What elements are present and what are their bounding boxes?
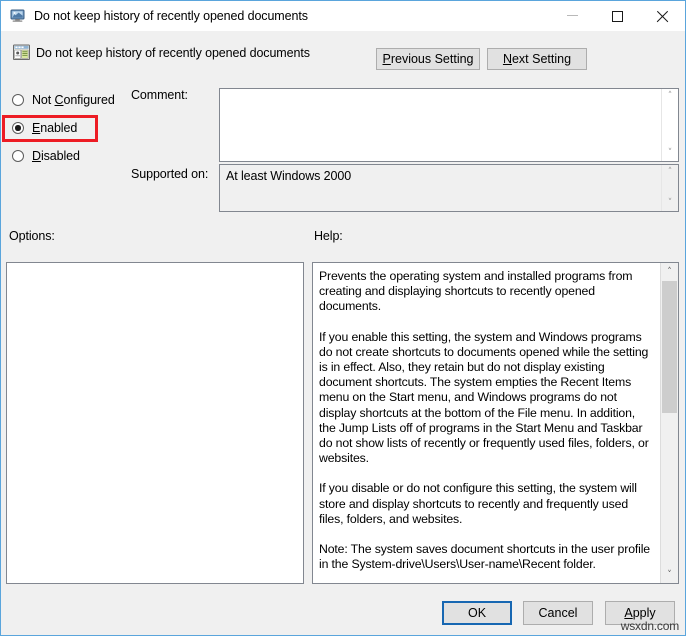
previous-setting-button[interactable]: Previous Setting [376, 48, 480, 70]
apply-label-rest: pply [632, 605, 656, 620]
supported-on-scroll-down-icon[interactable]: ˅ [662, 196, 678, 211]
comment-input[interactable]: ˄ ˅ [219, 88, 679, 162]
options-panel[interactable] [6, 262, 304, 584]
setting-title: Do not keep history of recently opened d… [36, 46, 310, 60]
radio-not-configured[interactable]: Not Configured [12, 91, 115, 109]
title-bar: Do not keep history of recently opened d… [1, 1, 685, 31]
radio-enabled-indicator [12, 122, 24, 134]
radio-not-configured-label: Not Configured [32, 93, 115, 107]
help-panel: Prevents the operating system and instal… [312, 262, 679, 584]
window-controls [550, 1, 685, 31]
policy-setting-dialog: Do not keep history of recently opened d… [0, 0, 686, 636]
computer-monitor-icon [9, 7, 27, 25]
radio-disabled[interactable]: Disabled [12, 147, 80, 165]
supported-on-scrollbar[interactable]: ˄ ˅ [661, 165, 678, 211]
comment-scrollbar[interactable]: ˄ ˅ [661, 89, 678, 161]
radio-enabled[interactable]: Enabled [12, 119, 77, 137]
radio-disabled-label: Disabled [32, 149, 80, 163]
radio-not-configured-indicator [12, 94, 24, 106]
supported-on-field: At least Windows 2000 ˄ ˅ [219, 164, 679, 212]
help-scroll-thumb[interactable] [662, 281, 677, 413]
watermark: wsxdn.com [620, 619, 679, 633]
comment-scroll-down-icon[interactable]: ˅ [662, 146, 678, 161]
maximize-icon[interactable] [595, 1, 640, 31]
help-text: Prevents the operating system and instal… [313, 263, 660, 583]
help-label: Help: [314, 229, 343, 243]
next-setting-label-rest: ext Setting [511, 51, 572, 66]
help-scroll-up-icon[interactable]: ˄ [661, 263, 678, 280]
radio-enabled-label: Enabled [32, 121, 78, 135]
supported-on-label: Supported on: [131, 167, 209, 181]
minimize-icon[interactable] [550, 1, 595, 31]
supported-on-value: At least Windows 2000 [226, 169, 352, 183]
help-paragraph: Note: The system saves document shortcut… [319, 542, 650, 572]
help-paragraph: Prevents the operating system and instal… [319, 269, 633, 314]
next-setting-accel: N [502, 51, 512, 66]
cancel-button[interactable]: Cancel [523, 601, 593, 625]
help-scrollbar[interactable]: ˄ ˅ [660, 263, 678, 583]
close-icon[interactable] [640, 1, 685, 31]
help-scroll-down-icon[interactable]: ˅ [661, 566, 678, 583]
comment-label: Comment: [131, 88, 188, 102]
help-paragraph: If you disable or do not configure this … [319, 481, 637, 526]
window-title: Do not keep history of recently opened d… [34, 9, 308, 23]
radio-disabled-indicator [12, 150, 24, 162]
help-paragraph: If you enable this setting, the system a… [319, 329, 649, 466]
apply-accel: A [624, 605, 633, 620]
supported-on-scroll-up-icon[interactable]: ˄ [662, 165, 678, 180]
next-setting-button[interactable]: Next Setting [487, 48, 587, 70]
ok-button[interactable]: OK [442, 601, 512, 625]
comment-scroll-up-icon[interactable]: ˄ [662, 89, 678, 104]
previous-setting-accel: P [382, 51, 391, 66]
policy-setting-icon [12, 43, 31, 62]
comment-value[interactable] [220, 89, 661, 161]
previous-setting-label-rest: revious Setting [390, 51, 474, 66]
options-label: Options: [9, 229, 55, 243]
